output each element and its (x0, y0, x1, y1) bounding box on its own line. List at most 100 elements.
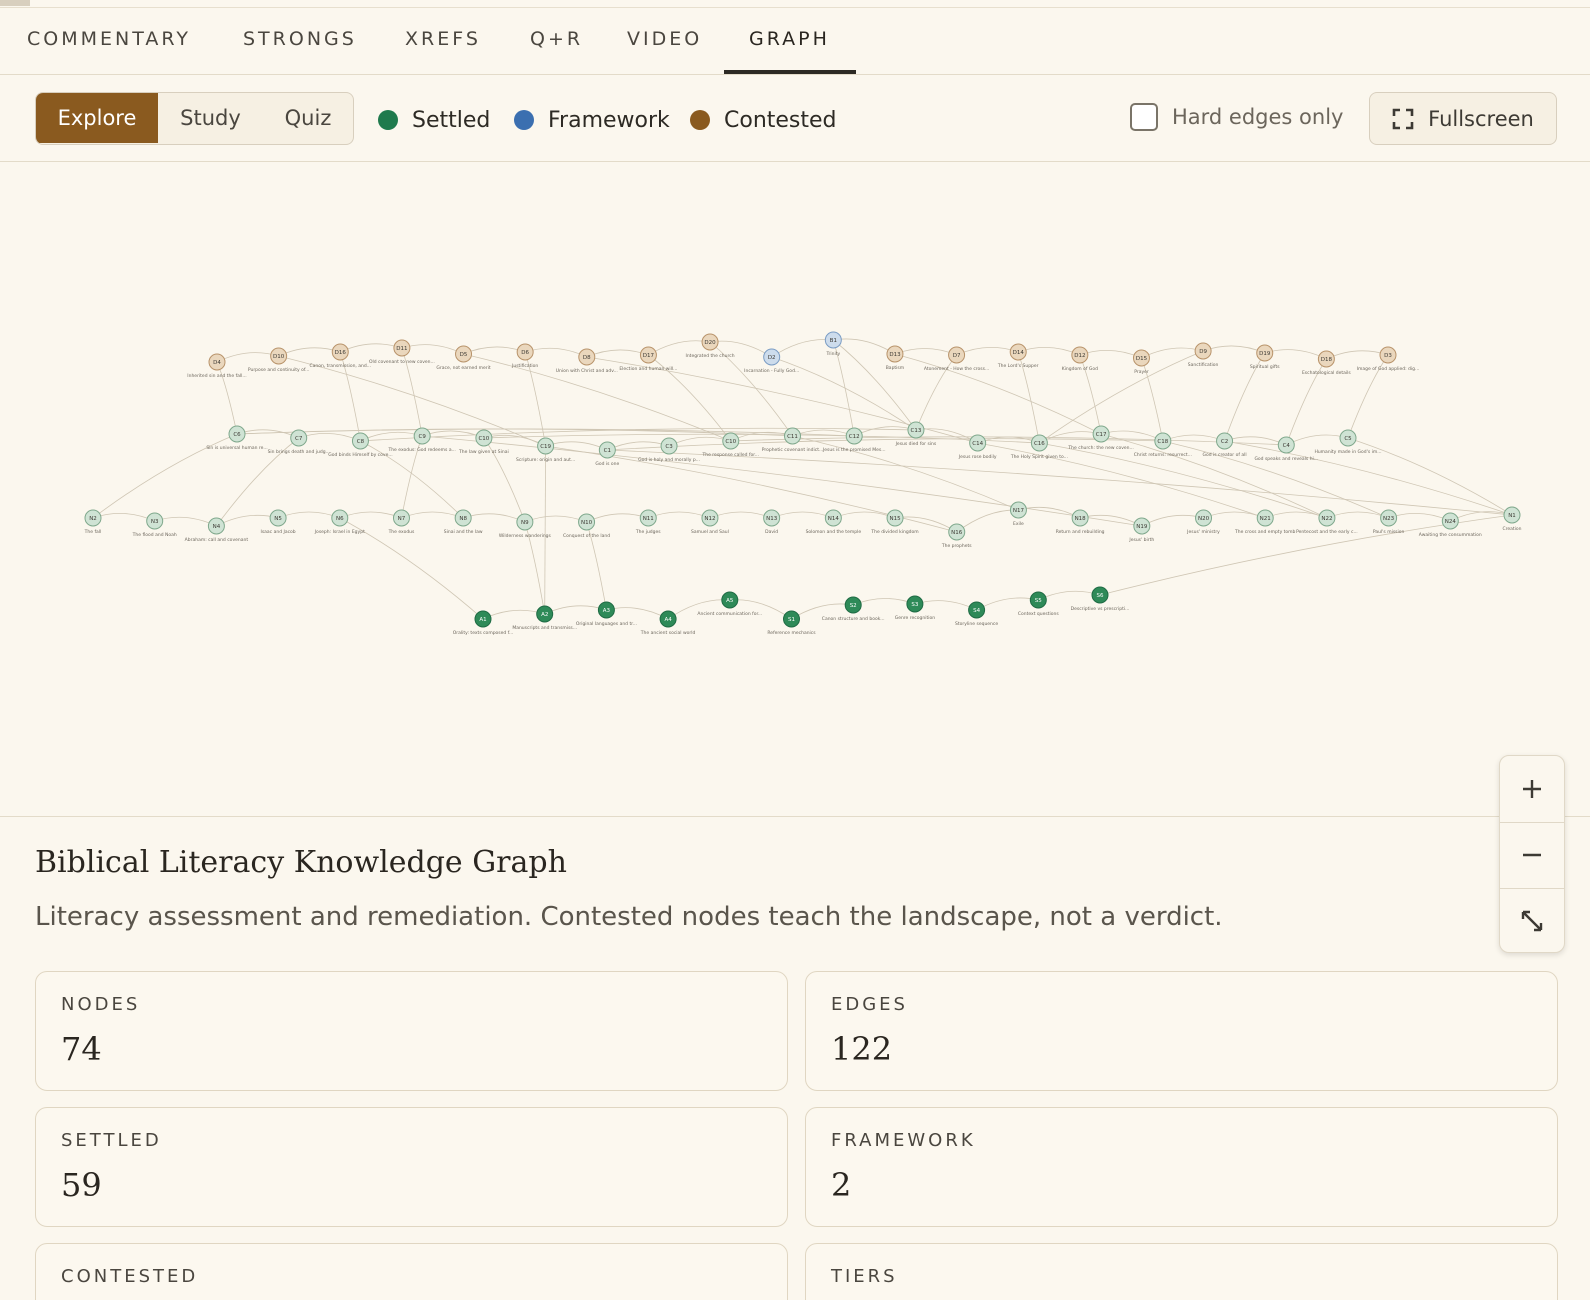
tab-commentary[interactable]: COMMENTARY (27, 28, 191, 50)
node-label: The divided kingdom (870, 529, 918, 535)
node-label: Inherited sin and the fall... (187, 373, 246, 379)
graph-node-d4[interactable]: D4 Inherited sin and the fall... (187, 353, 247, 379)
graph-node-n3[interactable]: N3 The flood and Noah (132, 512, 177, 538)
stat-card-edges: EDGES 122 (805, 971, 1558, 1091)
graph-node-n17[interactable]: N17 Exile (1009, 501, 1027, 527)
graph-node-b1[interactable]: B1 Trinity (824, 331, 842, 357)
mode-quiz-button[interactable]: Quiz (263, 93, 353, 143)
tab-video[interactable]: VIDEO (627, 28, 702, 50)
graph-node-c4[interactable]: C4 God speaks and reveals hi... (1254, 436, 1318, 462)
node-label: Prayer (1134, 369, 1149, 375)
graph-edge (463, 346, 526, 355)
graph-node-c8[interactable]: C8 God binds Himself by cove... (328, 432, 393, 458)
hard-edges-checkbox[interactable] (1130, 103, 1158, 131)
graph-node-n2[interactable]: N2 The fall (84, 509, 102, 535)
node-id: D4 (213, 360, 221, 366)
stat-value: 2 (831, 1166, 852, 1204)
framework-dot-icon (514, 110, 534, 130)
graph-node-d13[interactable]: D13 Baptism (886, 345, 904, 371)
graph-node-d8[interactable]: D8 Union with Christ and adv... (556, 348, 618, 374)
graph-node-d14[interactable]: D14 The Lord's Supper (997, 343, 1039, 369)
graph-node-n11[interactable]: N11 The judges (635, 509, 661, 535)
graph-edge (1326, 350, 1389, 360)
graph-node-c9[interactable]: C9 The exodus: God redeems a... (387, 427, 456, 453)
node-id: N21 (1260, 516, 1271, 522)
graph-node-s5[interactable]: S5 Context questions (1018, 591, 1060, 617)
graph-node-n9[interactable]: N9 Wilderness wanderings (499, 513, 552, 539)
graph-node-a5[interactable]: A5 Ancient communication for... (697, 591, 762, 617)
graph-node-a4[interactable]: A4 The ancient social world (640, 610, 696, 636)
graph-node-n22[interactable]: N22 Pentecost and the early c... (1296, 509, 1358, 535)
graph-node-n16[interactable]: N16 The prophets (941, 523, 972, 549)
graph-node-n10[interactable]: N10 Conquest of the land (563, 513, 610, 539)
node-id: C8 (357, 439, 365, 445)
node-label: David (765, 529, 778, 535)
graph-node-d7[interactable]: D7 Atonement - How the cross... (924, 346, 989, 372)
graph-toolbar: Explore Study Quiz Settled Framework Con… (0, 76, 1590, 162)
node-label: Jesus' ministry (1186, 529, 1220, 535)
node-id: D15 (1136, 356, 1148, 362)
graph-node-d15[interactable]: D15 Prayer (1132, 349, 1150, 375)
node-label: Storyline sequence (955, 621, 998, 627)
graph-node-n21[interactable]: N21 The cross and empty tomb (1234, 509, 1296, 535)
graph-node-c11[interactable]: C11 Prophetic covenant indict... (762, 427, 824, 453)
node-id: N17 (1013, 508, 1025, 514)
graph-node-c13[interactable]: C13 Jesus died for sins (895, 421, 937, 447)
tab-graph[interactable]: GRAPH (749, 28, 830, 50)
fit-view-button[interactable] (1500, 888, 1564, 954)
graph-node-d20[interactable]: D20 Integrated the church (686, 333, 735, 359)
graph-edge (278, 355, 546, 447)
node-label: Ancient communication for... (697, 611, 762, 617)
graph-edge (1286, 434, 1349, 446)
graph-canvas[interactable]: D4 Inherited sin and the fall... D10 Purpos… (0, 163, 1590, 953)
graph-node-n1[interactable]: N1 Creation (1502, 506, 1522, 532)
node-label: The church: the new coven... (1067, 445, 1133, 451)
node-id: S3 (911, 602, 918, 608)
node-label: Trinity (825, 351, 840, 357)
node-id: N16 (951, 530, 963, 536)
zoom-out-button[interactable] (1500, 822, 1564, 888)
graph-node-a1[interactable]: A1 Orality: texts composed f... (453, 610, 514, 636)
graph-node-s6[interactable]: S6 Descriptive vs prescripti... (1071, 586, 1130, 612)
node-label: Manuscripts and transmiss... (512, 625, 577, 631)
node-id: N12 (704, 516, 715, 522)
graph-node-n24[interactable]: N24 Awaiting the consummation (1419, 512, 1482, 538)
graph-node-n14[interactable]: N14 Solomon and the temple (806, 509, 862, 535)
graph-node-n23[interactable]: N23 Paul's mission (1373, 509, 1405, 535)
zoom-in-button[interactable] (1500, 756, 1564, 822)
graph-node-d19[interactable]: D19 Spiritual gifts (1250, 344, 1280, 370)
graph-node-d10[interactable]: D10 Purpose and continuity of... (248, 347, 310, 373)
graph-node-c5[interactable]: C5 Humanity made in God's im... (1314, 429, 1382, 455)
graph-node-c10[interactable]: C10 The response called for... (702, 432, 760, 458)
graph-node-d2[interactable]: D2 Incarnation - Fully God... (744, 348, 799, 374)
stat-value: 122 (831, 1030, 893, 1068)
graph-edge (586, 513, 649, 523)
graph-node-n13[interactable]: N13 David (763, 509, 781, 535)
graph-node-n6[interactable]: N6 Joseph: Israel in Egypt (314, 509, 365, 535)
hard-edges-toggle[interactable]: Hard edges only (1130, 102, 1343, 132)
graph-node-n4[interactable]: N4 Abraham: call and covenant (185, 517, 249, 543)
stat-card-framework: FRAMEWORK 2 (805, 1107, 1558, 1227)
graph-node-n20[interactable]: N20 Jesus' ministry (1186, 509, 1220, 535)
graph-node-n7[interactable]: N7 The exodus (388, 509, 415, 535)
graph-node-s2[interactable]: S2 Canon structure and book... (822, 596, 885, 622)
tab-qr[interactable]: Q+R (530, 28, 583, 50)
graph-node-s4[interactable]: S4 Storyline sequence (955, 601, 998, 627)
fullscreen-button[interactable]: Fullscreen (1369, 92, 1557, 145)
graph-node-n15[interactable]: N15 The divided kingdom (870, 509, 919, 535)
graph-edge (1326, 511, 1389, 519)
knowledge-graph[interactable]: D4 Inherited sin and the fall... D10 Purpos… (0, 163, 1590, 817)
stat-label: EDGES (831, 994, 908, 1015)
mode-study-button[interactable]: Study (158, 93, 263, 143)
node-id: N18 (1075, 516, 1087, 522)
tab-xrefs[interactable]: XREFS (405, 28, 481, 50)
graph-node-a2[interactable]: A2 Manuscripts and transmiss... (512, 605, 577, 631)
mode-explore-button[interactable]: Explore (36, 93, 158, 143)
graph-node-d6[interactable]: D6 Justification (511, 343, 538, 369)
graph-node-s1[interactable]: S1 Reference mechanics (767, 610, 816, 636)
tab-strongs[interactable]: STRONGS (243, 28, 357, 50)
node-label: Awaiting the consummation (1419, 532, 1482, 538)
node-label: Justification (511, 363, 538, 369)
graph-node-d18[interactable]: D18 Eschatological details (1302, 350, 1351, 376)
node-id: A2 (541, 612, 548, 618)
